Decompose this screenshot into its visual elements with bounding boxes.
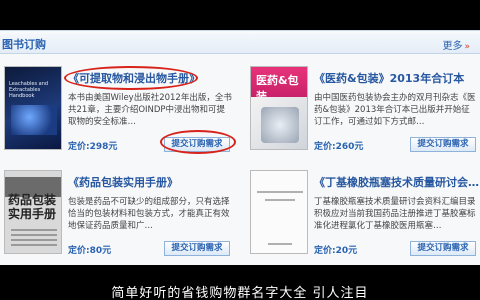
cover-4-line (257, 191, 303, 193)
book-price-2: 定价:260元 (314, 142, 364, 152)
highlight-circle-title (64, 66, 198, 90)
book-title-2[interactable]: 《医药&包装》2013年合订本 (314, 70, 480, 86)
book-desc-3: 包装是药品不可缺少的组成部分，只有选择恰当的包装材料和包装方式，才能真正有效地保… (68, 197, 230, 231)
book-card-3: 药品包装实用手册 《药品包装实用手册》 包装是药品不可缺少的组成部分，只有选择恰… (4, 170, 230, 265)
book-desc-4: 丁基橡胶瓶塞技术质量研讨会资料汇编目录积极应对当前我国药品注册推进丁基胶塞标准化… (314, 197, 476, 231)
book-cover-4[interactable] (250, 170, 308, 254)
cover-4-line (268, 243, 292, 245)
order-request-button-2[interactable]: 提交订购需求 (410, 137, 476, 152)
book-card-4: 《丁基橡胶瓶塞技术质量研讨会… 丁基橡胶瓶塞技术质量研讨会资料汇编目录积极应对当… (250, 170, 479, 265)
book-cover-3[interactable]: 药品包装实用手册 (4, 170, 62, 254)
cover-4-line (265, 199, 295, 201)
video-frame: 图书订购 更多» Leachables and Extractables Han… (0, 0, 480, 300)
book-cover-1[interactable]: Leachables and Extractables Handbook (4, 66, 62, 150)
section-title: 图书订购 (2, 38, 46, 51)
cover-3-lines (11, 229, 57, 247)
video-subtitle: 简单好听的省钱购物群名字大全 引人注目 (111, 286, 369, 300)
cover-1-image (11, 105, 57, 135)
book-price-1: 定价:298元 (68, 142, 118, 152)
book-price-3: 定价:80元 (68, 246, 112, 256)
book-card-2: 医药&包装 《医药&包装》2013年合订本 由中国医药包装协会主办的双月刊杂志《… (250, 66, 476, 161)
book-desc-1: 本书由美国Wiley出版社2012年出版，全书共21章，主要介绍OINDP中浸出… (68, 93, 232, 127)
more-link[interactable]: 更多» (442, 37, 470, 52)
book-title-4[interactable]: 《丁基橡胶瓶塞技术质量研讨会… (314, 174, 480, 190)
cover-2-image (261, 107, 299, 143)
book-title-3[interactable]: 《药品包装实用手册》 (68, 174, 238, 190)
more-label: 更多 (442, 41, 463, 52)
book-desc-2: 由中国医药包装协会主办的双月刊杂志《医药&包装》2013年合订本已出版并开始征订… (314, 93, 476, 127)
book-price-4: 定价:20元 (314, 246, 358, 256)
highlight-circle-button (160, 130, 236, 154)
cover-1-title: Leachables and Extractables Handbook (9, 81, 49, 99)
section-header: 图书订购 更多» (0, 34, 480, 54)
more-arrow-icon: » (464, 42, 470, 52)
book-cover-2[interactable]: 医药&包装 (250, 66, 308, 150)
order-request-button-4[interactable]: 提交订购需求 (410, 241, 476, 256)
cover-3-title: 药品包装实用手册 (8, 193, 57, 221)
order-request-button-3[interactable]: 提交订购需求 (164, 241, 230, 256)
